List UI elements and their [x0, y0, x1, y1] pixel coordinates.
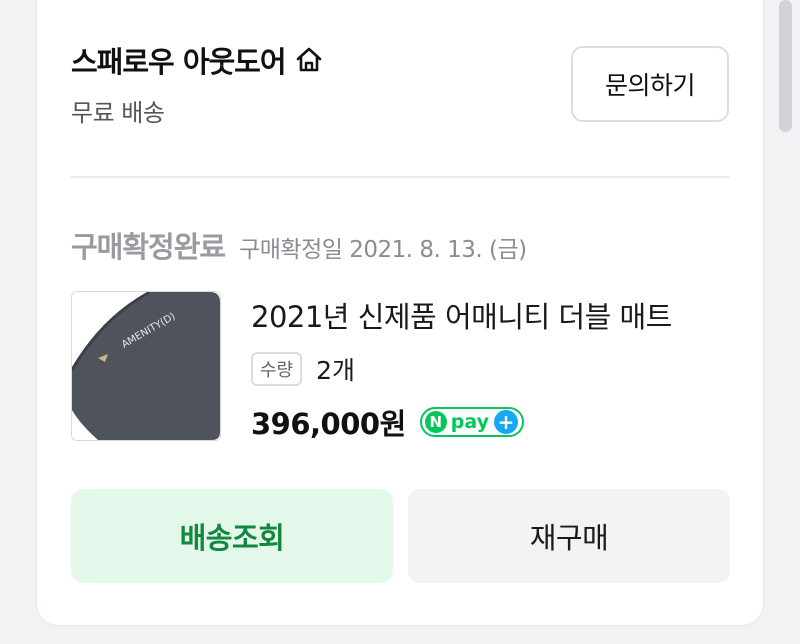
quantity-value: 2개 [316, 356, 356, 385]
plus-icon: + [494, 410, 519, 434]
divider [71, 176, 729, 178]
order-status-row: 구매확정완료 구매확정일 2021. 8. 13. (금) [71, 224, 527, 266]
product-thumbnail[interactable]: AMENITY(D) [71, 291, 221, 441]
price-row: 396,000원 N pay + [251, 401, 525, 443]
product-name[interactable]: 2021년 신제품 어매니티 더블 매트 [251, 294, 672, 336]
npay-badge: N pay + [419, 407, 525, 437]
confirm-date: 구매확정일 2021. 8. 13. (금) [239, 237, 527, 263]
shipping-info: 무료 배송 [71, 99, 165, 127]
order-status: 구매확정완료 [71, 230, 226, 264]
rebuy-button[interactable]: 재구매 [408, 489, 730, 583]
track-delivery-button[interactable]: 배송조회 [71, 489, 393, 583]
scrollbar[interactable] [779, 0, 792, 132]
home-icon[interactable] [294, 45, 324, 75]
inquiry-button[interactable]: 문의하기 [571, 46, 729, 122]
npay-logo-icon: N [424, 411, 447, 433]
npay-label: pay [450, 411, 490, 433]
product-price: 396,000원 [251, 407, 406, 441]
store-header: 스패로우 아웃도어 [71, 39, 324, 81]
store-name[interactable]: 스패로우 아웃도어 [71, 39, 287, 81]
quantity-row: 수량 2개 [251, 351, 355, 387]
order-card: 스패로우 아웃도어 무료 배송 문의하기 구매확정완료 구매확정일 2021. … [36, 0, 764, 626]
quantity-label: 수량 [251, 352, 303, 386]
